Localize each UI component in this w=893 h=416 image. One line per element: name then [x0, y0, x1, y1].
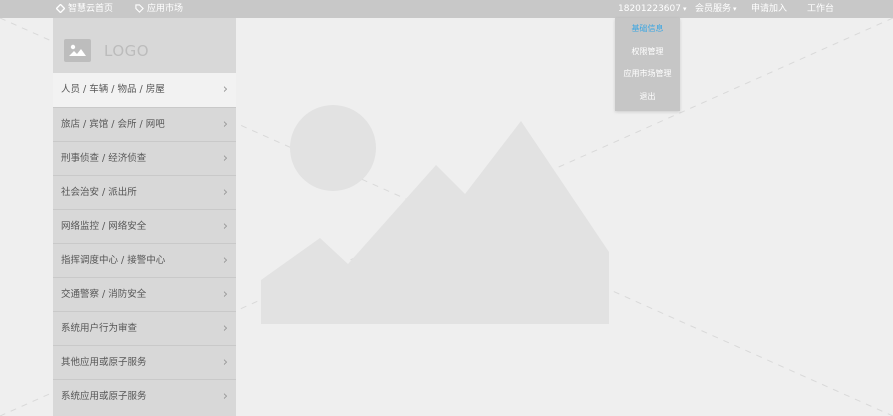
- home-link-label: 智慧云首页: [68, 4, 114, 14]
- workbench-link[interactable]: 工作台: [807, 0, 834, 18]
- logo-text: LOGO: [104, 42, 150, 60]
- workbench-label: 工作台: [807, 4, 835, 14]
- chevron-right-icon: ›: [222, 321, 228, 336]
- sidebar-item-label: 刑事侦查 / 经济侦查: [61, 153, 147, 164]
- sidebar-item-label: 网络监控 / 网络安全: [61, 221, 147, 232]
- sidebar-item-criminal-investigation[interactable]: 刑事侦查 / 经济侦查 ›: [53, 141, 236, 175]
- sidebar-item-user-behavior-audit[interactable]: 系统用户行为审查 ›: [53, 311, 236, 345]
- sidebar-item-label: 指挥调度中心 / 接警中心: [61, 255, 166, 266]
- sidebar-item-traffic-fire[interactable]: 交通警察 / 消防安全 ›: [53, 277, 236, 311]
- menu-item-permissions[interactable]: 权限管理: [615, 41, 680, 64]
- tag-icon: [135, 4, 144, 13]
- sidebar-item-other-apps[interactable]: 其他应用或原子服务 ›: [53, 345, 236, 379]
- user-account-menu[interactable]: 18201223607 ▾: [618, 0, 687, 18]
- app-market-label: 应用市场: [147, 4, 184, 14]
- chevron-right-icon: ›: [222, 151, 228, 166]
- top-navigation-bar: 智慧云首页 应用市场 18201223607 ▾ 会员服务 ▾ 申请加入 工作台: [0, 0, 893, 18]
- sidebar-item-label: 系统用户行为审查: [61, 323, 138, 334]
- sidebar-item-label: 交通警察 / 消防安全: [61, 289, 147, 300]
- chevron-down-icon: ▾: [683, 5, 687, 13]
- home-link[interactable]: 智慧云首页: [56, 0, 113, 18]
- image-placeholder-icon: [64, 39, 91, 62]
- sidebar-item-label: 旅店 / 宾馆 / 会所 / 网吧: [61, 119, 165, 130]
- diamond-icon: [56, 4, 65, 13]
- member-service-label: 会员服务: [695, 4, 732, 14]
- menu-item-basic-info[interactable]: 基础信息: [615, 18, 680, 41]
- user-phone: 18201223607: [618, 4, 681, 14]
- chevron-right-icon: ›: [222, 185, 228, 200]
- chevron-right-icon: ›: [222, 117, 228, 132]
- chevron-right-icon: ›: [222, 287, 228, 302]
- apply-join-label: 申请加入: [751, 4, 788, 14]
- chevron-right-icon: ›: [222, 355, 228, 370]
- sidebar: LOGO 人员 / 车辆 / 物品 / 房屋 › 旅店 / 宾馆 / 会所 / 网…: [53, 18, 236, 416]
- menu-item-logout[interactable]: 退出: [615, 86, 680, 109]
- chevron-right-icon: ›: [222, 253, 228, 268]
- chevron-down-icon: ▾: [733, 5, 737, 13]
- chevron-right-icon: ›: [222, 82, 228, 97]
- chevron-right-icon: ›: [222, 389, 228, 404]
- user-dropdown-menu: 基础信息 权限管理 应用市场管理 退出: [615, 18, 680, 111]
- chevron-right-icon: ›: [222, 219, 228, 234]
- menu-item-app-market-management[interactable]: 应用市场管理: [615, 63, 680, 86]
- member-service-menu[interactable]: 会员服务 ▾: [695, 0, 737, 18]
- apply-join-link[interactable]: 申请加入: [751, 0, 787, 18]
- sidebar-item-label: 社会治安 / 派出所: [61, 187, 137, 198]
- sidebar-item-hotels[interactable]: 旅店 / 宾馆 / 会所 / 网吧 ›: [53, 107, 236, 141]
- sidebar-item-label: 人员 / 车辆 / 物品 / 房屋: [61, 84, 165, 95]
- sidebar-item-network-monitoring[interactable]: 网络监控 / 网络安全 ›: [53, 209, 236, 243]
- sidebar-item-label: 系统应用或原子服务: [61, 391, 147, 402]
- sidebar-item-personnel-vehicles[interactable]: 人员 / 车辆 / 物品 / 房屋 ›: [53, 73, 236, 107]
- sidebar-item-public-security[interactable]: 社会治安 / 派出所 ›: [53, 175, 236, 209]
- logo: LOGO: [53, 18, 236, 73]
- sidebar-item-command-center[interactable]: 指挥调度中心 / 接警中心 ›: [53, 243, 236, 277]
- sidebar-item-system-apps[interactable]: 系统应用或原子服务 ›: [53, 379, 236, 413]
- sidebar-item-label: 其他应用或原子服务: [61, 357, 147, 368]
- app-market-link[interactable]: 应用市场: [135, 0, 183, 18]
